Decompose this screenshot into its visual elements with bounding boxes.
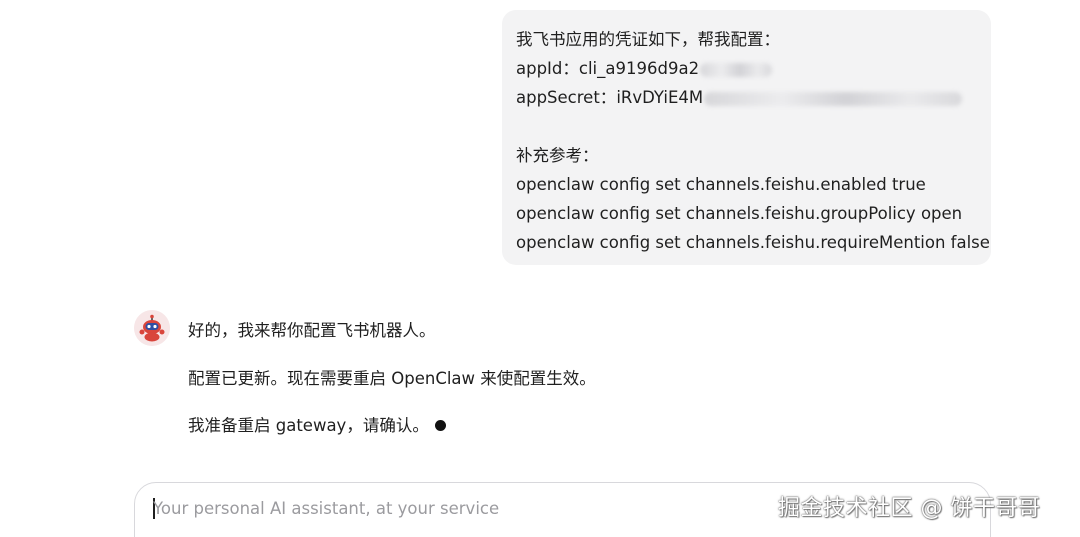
chat-page: 我飞书应用的凭证如下，帮我配置： appId：cli_a9196d9a2 app…: [0, 0, 1080, 537]
command-line-require-mention: openclaw config set channels.feishu.requ…: [516, 233, 990, 252]
app-secret-line: appSecret：iRvDYiE4M: [516, 83, 991, 112]
command-line-enabled: openclaw config set channels.feishu.enab…: [516, 175, 926, 194]
redacted-app-id-blur: [700, 62, 773, 77]
assistant-line-1: 好的，我来帮你配置飞书机器人。: [188, 321, 436, 340]
user-message-bubble: 我飞书应用的凭证如下，帮我配置： appId：cli_a9196d9a2 app…: [502, 10, 991, 265]
assistant-line-2: 配置已更新。现在需要重启 OpenClaw 来使配置生效。: [188, 369, 596, 388]
app-id-value: cli_a9196d9a2: [578, 59, 700, 78]
user-message-intro: 我飞书应用的凭证如下，帮我配置：: [516, 30, 780, 49]
watermark: 掘金技术社区 @ 饼干哥哥: [778, 496, 1041, 521]
assistant-line-3: 我准备重启 gateway，请确认。: [188, 416, 429, 435]
redacted-app-secret-blur: [704, 91, 963, 106]
command-line-group-policy: openclaw config set channels.feishu.grou…: [516, 204, 963, 223]
app-id-label: appId：: [516, 59, 579, 78]
chat-input[interactable]: [153, 499, 753, 518]
streaming-dot-icon: [434, 420, 446, 431]
app-id-line: appId：cli_a9196d9a2: [516, 54, 991, 83]
assistant-line-3-wrap: 我准备重启 gateway，请确认。: [188, 412, 446, 436]
app-secret-label: appSecret：: [516, 88, 617, 107]
robot-avatar-icon: [134, 310, 170, 346]
supplement-label: 补充参考：: [516, 146, 599, 165]
app-secret-value: iRvDYiE4M: [616, 88, 704, 107]
